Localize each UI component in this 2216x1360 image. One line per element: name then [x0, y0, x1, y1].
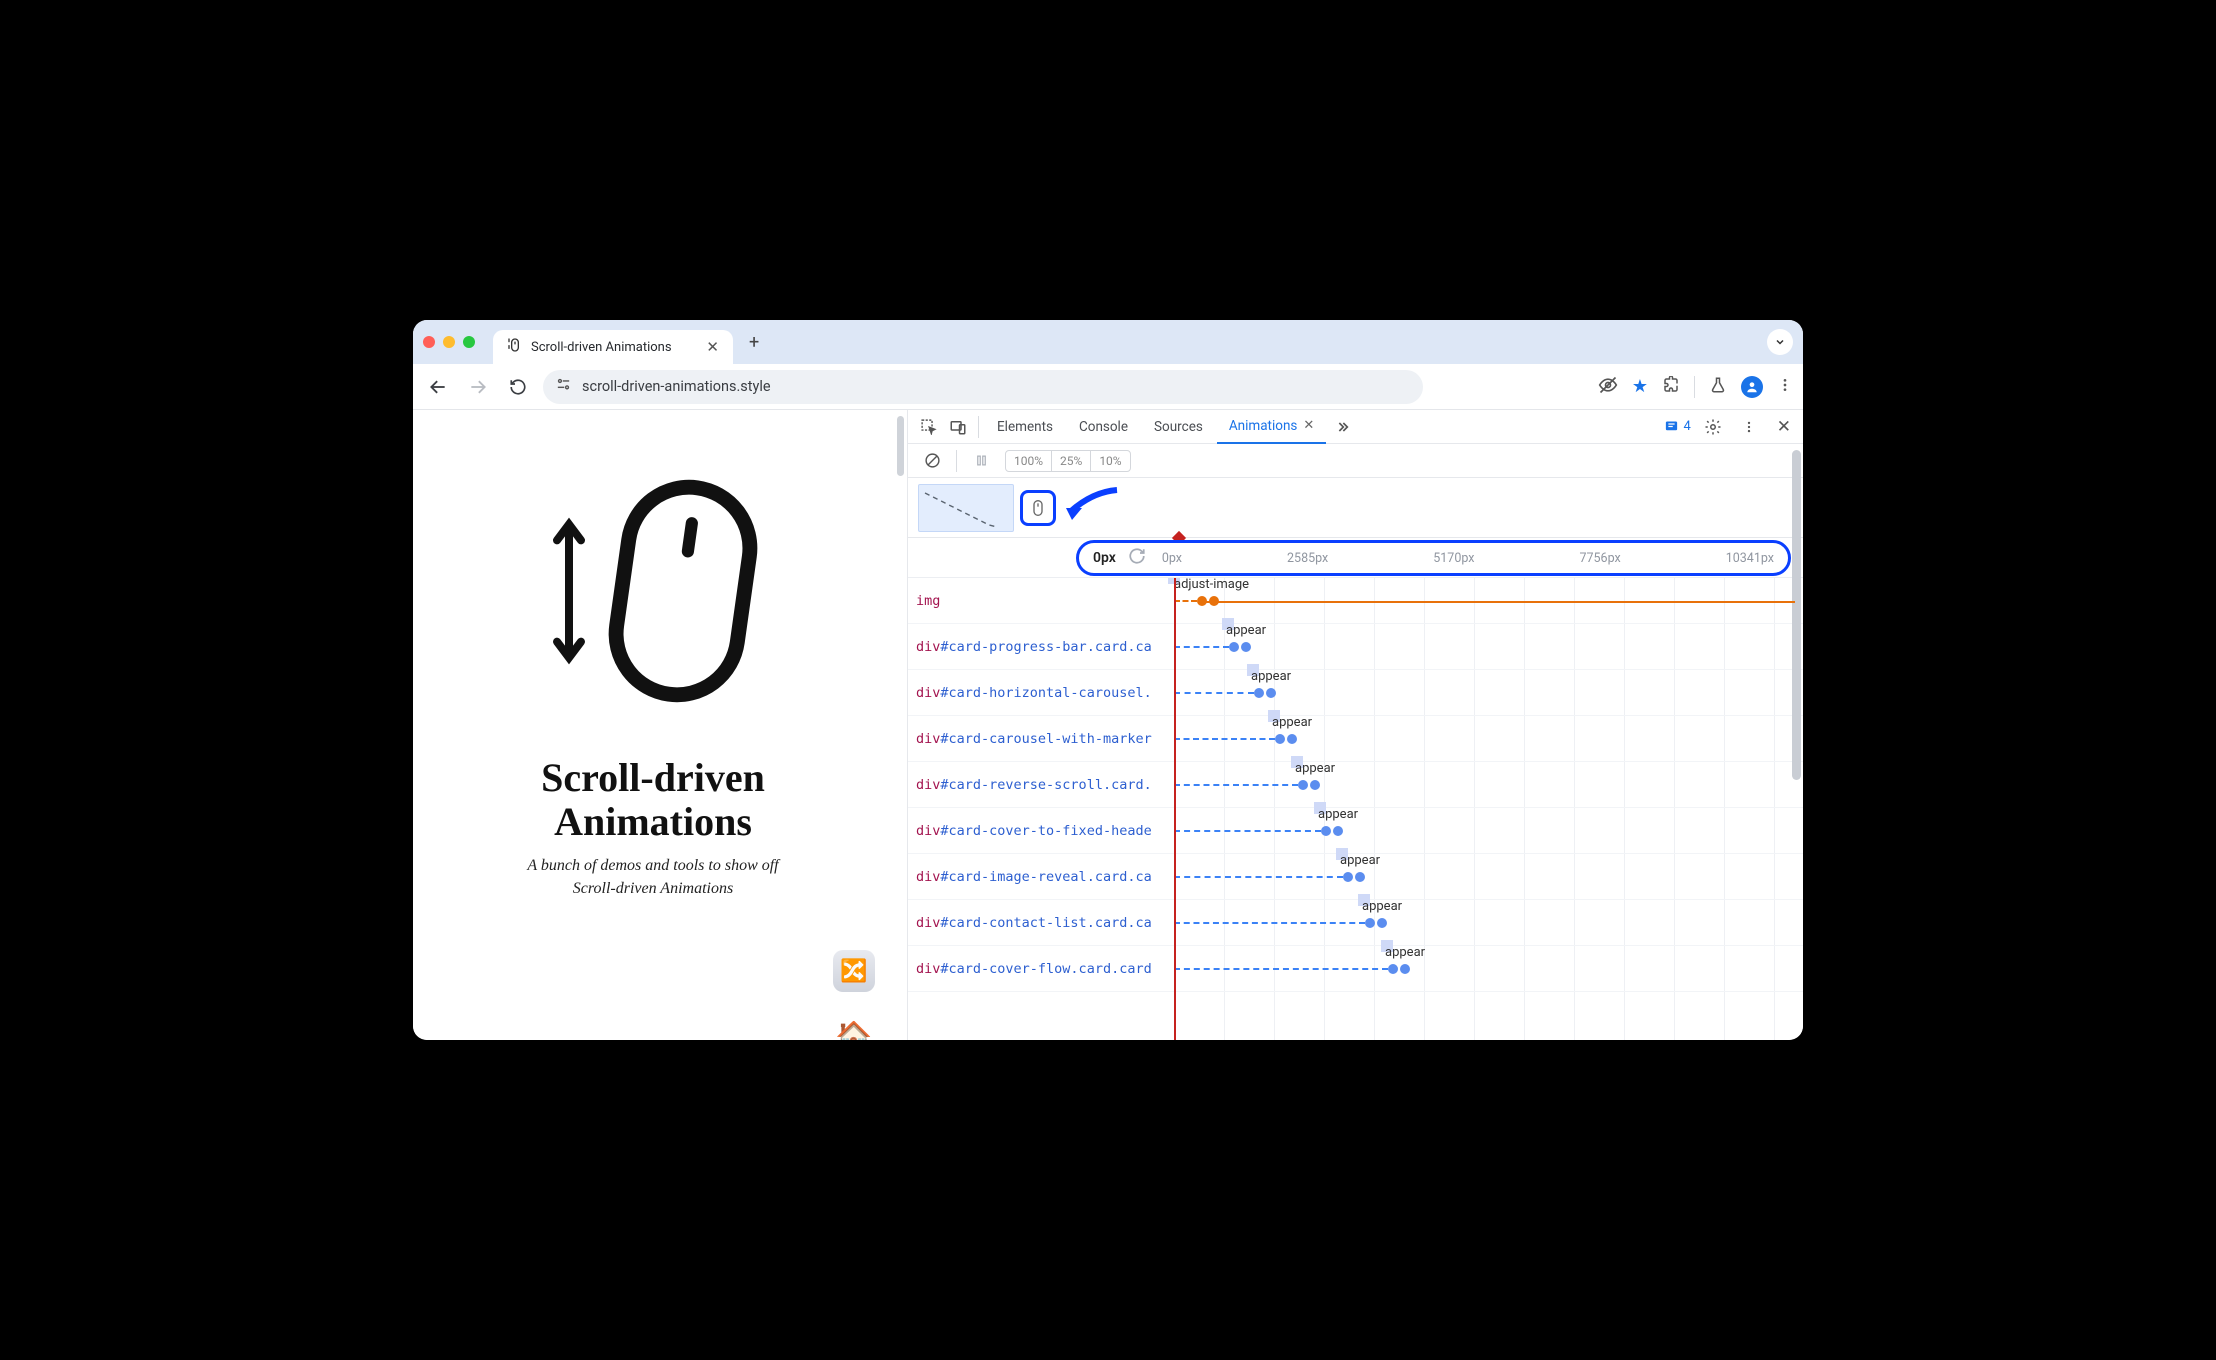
devtools-panel: Elements Console Sources Animations✕ 4 ✕: [907, 410, 1803, 1040]
row-selector-label: div#card-reverse-scroll.card.: [908, 777, 1174, 793]
tab-title: Scroll-driven Animations: [531, 340, 672, 355]
animation-rows[interactable]: imgadjust-imagediv#card-progress-bar.car…: [908, 578, 1803, 1040]
page-title: Scroll-driven Animations: [541, 756, 765, 844]
new-tab-button[interactable]: +: [741, 332, 767, 353]
playback-speed-group: 100% 25% 10%: [1005, 450, 1131, 472]
issues-badge[interactable]: 4: [1664, 419, 1690, 434]
back-button[interactable]: [423, 372, 453, 402]
browser-tabstrip: Scroll-driven Animations ✕ +: [413, 320, 1803, 364]
animation-row[interactable]: div#card-cover-to-fixed-headeappear: [908, 808, 1803, 854]
row-selector-label: div#card-image-reveal.card.ca: [908, 869, 1174, 885]
forward-button[interactable]: [463, 372, 493, 402]
webpage-viewport[interactable]: Scroll-driven Animations A bunch of demo…: [413, 410, 893, 1040]
row-selector-label: div#card-cover-to-fixed-heade: [908, 823, 1174, 839]
animation-row[interactable]: div#card-carousel-with-markerappear: [908, 716, 1803, 762]
speed-10[interactable]: 10%: [1091, 451, 1129, 471]
pause-icon[interactable]: [967, 447, 995, 475]
tab-animations[interactable]: Animations✕: [1217, 410, 1326, 444]
minimize-window-button[interactable]: [443, 336, 455, 348]
animation-row[interactable]: imgadjust-image: [908, 578, 1803, 624]
reload-button[interactable]: [503, 372, 533, 402]
home-button[interactable]: 🏠: [833, 1016, 875, 1040]
tab-favicon: [507, 337, 523, 357]
playhead-line[interactable]: [1174, 578, 1176, 1040]
window-controls: [423, 336, 475, 348]
settings-gear-icon[interactable]: [1699, 413, 1727, 441]
row-selector-label: div#card-contact-list.card.ca: [908, 915, 1174, 931]
site-settings-icon[interactable]: [555, 376, 572, 397]
browser-toolbar: scroll-driven-animations.style ★: [413, 364, 1803, 410]
animation-row[interactable]: div#card-reverse-scroll.card.appear: [908, 762, 1803, 808]
more-tabs-icon[interactable]: [1328, 413, 1356, 441]
maximize-window-button[interactable]: [463, 336, 475, 348]
tabs-overflow-button[interactable]: [1767, 329, 1793, 355]
labs-icon[interactable]: [1709, 376, 1727, 398]
animation-row[interactable]: div#card-contact-list.card.caappear: [908, 900, 1803, 946]
tab-elements[interactable]: Elements: [985, 410, 1065, 444]
tick-4: 10341px: [1726, 551, 1774, 566]
speed-25[interactable]: 25%: [1052, 451, 1091, 471]
devtools-scrollbar[interactable]: [1789, 410, 1803, 1040]
current-position: 0px: [1093, 550, 1116, 566]
tick-2: 5170px: [1433, 551, 1474, 566]
inspect-icon[interactable]: [914, 413, 942, 441]
clear-icon[interactable]: [918, 447, 946, 475]
url-text: scroll-driven-animations.style: [582, 378, 771, 395]
kebab-menu-icon[interactable]: [1735, 413, 1763, 441]
tick-3: 7756px: [1579, 551, 1620, 566]
extensions-icon[interactable]: [1662, 376, 1680, 398]
page-scrollbar[interactable]: [893, 410, 907, 1040]
replay-icon[interactable]: [1128, 547, 1146, 569]
timeline-header: 0px 0px 2585px 5170px 7756px 10341px: [908, 538, 1803, 578]
browser-tab[interactable]: Scroll-driven Animations ✕: [493, 330, 733, 364]
page-subtitle: A bunch of demos and tools to show off S…: [527, 854, 778, 900]
tab-sources[interactable]: Sources: [1142, 410, 1215, 444]
animation-row[interactable]: div#card-image-reveal.card.caappear: [908, 854, 1803, 900]
address-bar[interactable]: scroll-driven-animations.style: [543, 370, 1423, 404]
device-toggle-icon[interactable]: [944, 413, 972, 441]
page-logo: [548, 476, 758, 706]
animation-row[interactable]: div#card-horizontal-carousel.appear: [908, 670, 1803, 716]
tick-0: 0px: [1162, 551, 1182, 566]
close-window-button[interactable]: [423, 336, 435, 348]
row-selector-label: div#card-carousel-with-marker: [908, 731, 1174, 747]
tab-console[interactable]: Console: [1067, 410, 1140, 444]
row-selector-label: img: [908, 593, 1174, 609]
shuffle-button[interactable]: 🔀: [833, 950, 875, 992]
row-selector-label: div#card-horizontal-carousel.: [908, 685, 1174, 701]
annotation-arrow: [1062, 486, 1122, 526]
animation-row[interactable]: div#card-progress-bar.card.caappear: [908, 624, 1803, 670]
bookmark-star-icon[interactable]: ★: [1632, 376, 1648, 397]
profile-avatar[interactable]: [1741, 376, 1763, 398]
menu-icon[interactable]: [1777, 377, 1793, 397]
tick-1: 2585px: [1287, 551, 1328, 566]
timeline-ruler[interactable]: 0px 0px 2585px 5170px 7756px 10341px: [1076, 540, 1791, 576]
animations-toolbar: 100% 25% 10%: [908, 444, 1803, 478]
close-tab-icon[interactable]: ✕: [706, 338, 719, 356]
animation-group-thumbnail[interactable]: [918, 484, 1014, 532]
row-selector-label: div#card-progress-bar.card.ca: [908, 639, 1174, 655]
close-panel-icon[interactable]: ✕: [1303, 418, 1314, 433]
speed-100[interactable]: 100%: [1006, 451, 1052, 471]
row-selector-label: div#card-cover-flow.card.card: [908, 961, 1174, 977]
scroll-driven-indicator-icon[interactable]: [1020, 490, 1056, 526]
animation-groups-row: [908, 478, 1803, 538]
visibility-icon[interactable]: [1598, 375, 1618, 399]
animation-row[interactable]: div#card-cover-flow.card.cardappear: [908, 946, 1803, 992]
devtools-tabbar: Elements Console Sources Animations✕ 4 ✕: [908, 410, 1803, 444]
